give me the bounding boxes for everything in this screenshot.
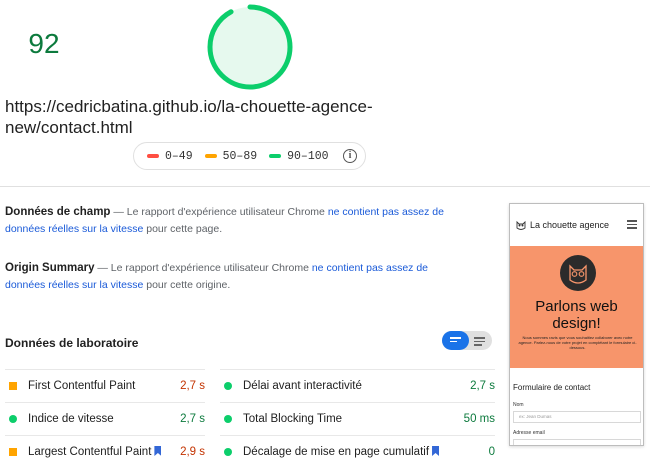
bookmark-icon bbox=[154, 446, 162, 456]
metric-value: 2,7 s bbox=[180, 380, 205, 392]
metric-label: Décalage de mise en page cumulatif bbox=[243, 446, 430, 458]
legend-item-average: 50–89 bbox=[204, 149, 258, 163]
pass-dash-icon bbox=[269, 154, 282, 158]
field-data-text: — Le rapport d'expérience utilisateur Ch… bbox=[110, 206, 328, 218]
page-screenshot-thumbnail: La chouette agence Parlons web design! N… bbox=[509, 203, 644, 446]
origin-summary-text: — Le rapport d'expérience utilisateur Ch… bbox=[94, 262, 312, 274]
screenshot-header: La chouette agence bbox=[510, 204, 643, 246]
legend-item-fail: 0–49 bbox=[147, 150, 193, 163]
screenshot-email-input bbox=[513, 439, 641, 445]
legend-label-average: 50–89 bbox=[222, 149, 258, 163]
owl-avatar-icon bbox=[560, 255, 596, 291]
screenshot-hero: Parlons web design! Nous sommes ravis qu… bbox=[510, 246, 643, 368]
toggle-compact-view[interactable] bbox=[442, 331, 469, 350]
origin-summary-text-end: pour cette origine. bbox=[143, 278, 231, 291]
lab-data-title: Données de laboratoire bbox=[5, 336, 139, 350]
field-data-text-end: pour cette page. bbox=[143, 222, 223, 235]
metric-row: Largest Contentful Paint 2,9 s bbox=[5, 435, 205, 464]
owl-logo-icon bbox=[516, 220, 526, 230]
field-data-section: Données de champ — Le rapport d'expérien… bbox=[5, 204, 465, 237]
compact-view-icon bbox=[450, 337, 461, 345]
performance-score-value: 92 bbox=[28, 28, 60, 59]
metric-label: Largest Contentful Paint bbox=[28, 446, 152, 458]
metric-row: Décalage de mise en page cumulatif 0 bbox=[220, 435, 495, 464]
metric-value: 2,7 s bbox=[180, 413, 205, 425]
average-square-icon bbox=[9, 448, 17, 456]
metric-row: First Contentful Paint 2,7 s bbox=[5, 369, 205, 402]
metric-label: First Contentful Paint bbox=[28, 380, 136, 392]
metric-value: 2,9 s bbox=[180, 446, 205, 458]
metric-row: Délai avant interactivité 2,7 s bbox=[220, 369, 495, 402]
origin-summary-section: Origin Summary — Le rapport d'expérience… bbox=[5, 260, 465, 293]
pass-circle-icon bbox=[224, 382, 232, 390]
average-dash-icon bbox=[204, 154, 217, 158]
expanded-view-icon[interactable] bbox=[474, 337, 485, 346]
screenshot-name-input: ex: Jean Dumas bbox=[513, 411, 641, 423]
metric-label: Total Blocking Time bbox=[243, 413, 343, 425]
screenshot-brand: La chouette agence bbox=[530, 220, 610, 230]
divider bbox=[0, 186, 650, 187]
pass-circle-icon bbox=[9, 415, 17, 423]
screenshot-name-label: Nom bbox=[513, 402, 524, 408]
bookmark-icon bbox=[432, 446, 440, 456]
info-icon[interactable]: i bbox=[343, 149, 357, 163]
pass-circle-icon bbox=[224, 448, 232, 456]
fail-dash-icon bbox=[147, 154, 159, 158]
origin-summary-title: Origin Summary bbox=[5, 262, 95, 274]
metric-value: 50 ms bbox=[463, 413, 495, 425]
screenshot-hero-title: Parlons web design! bbox=[535, 298, 618, 332]
metric-label: Indice de vitesse bbox=[28, 413, 114, 425]
score-legend: 0–49 50–89 90–100 i bbox=[133, 142, 366, 170]
metric-value: 0 bbox=[488, 446, 495, 458]
score-ring bbox=[207, 4, 293, 90]
metric-label: Délai avant interactivité bbox=[243, 380, 362, 392]
field-data-title: Données de champ bbox=[5, 206, 111, 218]
metric-label-wrap: Largest Contentful Paint bbox=[28, 446, 180, 458]
metric-row: Indice de vitesse 2,7 s bbox=[5, 402, 205, 435]
legend-label-fail: 0–49 bbox=[165, 149, 193, 163]
metrics-view-toggle[interactable] bbox=[442, 331, 492, 350]
metric-label-wrap: Décalage de mise en page cumulatif bbox=[243, 446, 489, 458]
screenshot-hero-text: Nous sommes ravis que vous souhaitiez co… bbox=[518, 335, 637, 350]
screenshot-form-title: Formulaire de contact bbox=[513, 383, 591, 392]
metric-row: Total Blocking Time 50 ms bbox=[220, 402, 495, 435]
hamburger-menu-icon bbox=[627, 220, 637, 231]
legend-label-pass: 90–100 bbox=[287, 149, 329, 163]
tested-url: https://cedricbatina.github.io/la-chouet… bbox=[5, 97, 373, 137]
screenshot-email-label: Adresse email bbox=[513, 430, 545, 436]
average-square-icon bbox=[9, 382, 17, 390]
legend-item-pass: 90–100 bbox=[269, 149, 329, 163]
pass-circle-icon bbox=[224, 415, 232, 423]
metric-value: 2,7 s bbox=[470, 380, 495, 392]
